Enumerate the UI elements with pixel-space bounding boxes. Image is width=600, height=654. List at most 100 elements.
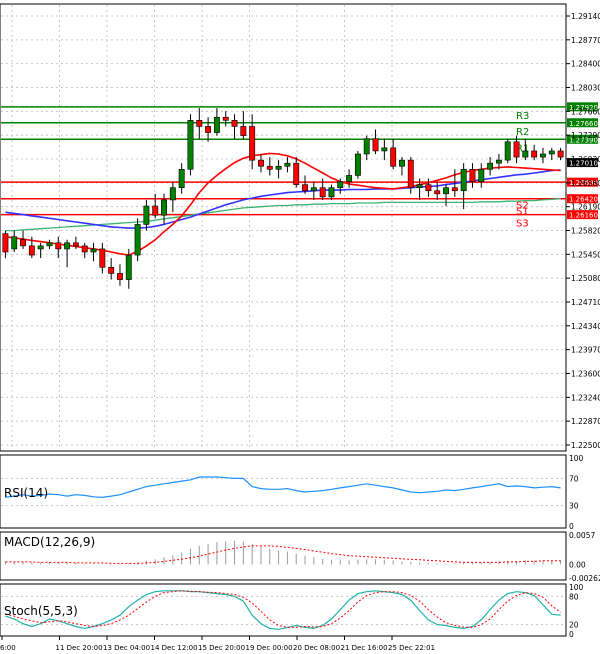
candle-body-up	[399, 159, 405, 167]
candle-body-up	[169, 187, 176, 201]
stoch-tick-label: 20	[569, 621, 579, 630]
candle-body-down	[266, 165, 273, 170]
candle-body-down	[117, 273, 123, 280]
stoch-label: Stoch(5,5,3)	[4, 604, 78, 618]
candle-body-down	[2, 233, 9, 253]
level-name-label: R2	[516, 127, 529, 138]
level-price-label: 1.27660	[569, 120, 598, 128]
candle-body-up	[284, 162, 291, 167]
macd-tick-label: 0.00	[569, 560, 586, 569]
candle-body-down	[407, 159, 414, 188]
candle-body-up	[46, 242, 53, 247]
macd-panel: 0.0057 0.00 -0.00262 MACD(12,26,9)	[0, 531, 600, 583]
candle-body-up	[213, 116, 220, 133]
forex-chart: R31.27920R21.27660R11.273901.26690S11.26…	[0, 0, 600, 654]
candle-body-down	[231, 120, 238, 127]
current-price-label: 1.27010	[569, 160, 598, 168]
candle-body-up	[504, 141, 511, 161]
candle-body-up	[90, 248, 97, 253]
main-panel-frame	[0, 3, 567, 452]
candle-body-down	[531, 150, 538, 158]
candle-body-down	[293, 162, 300, 185]
y-tick-label: 1.24710	[571, 298, 600, 307]
candle-body-up	[346, 175, 353, 182]
macd-label: MACD(12,26,9)	[4, 535, 95, 549]
y-tick-label: 1.23970	[571, 346, 600, 355]
x-tick-label: 25 Dec 22:01	[388, 644, 435, 652]
candle-body-up	[310, 187, 317, 192]
candle-body-down	[20, 239, 26, 247]
x-tick-label: 11 Dec 20:00	[56, 644, 103, 652]
candle-body-up	[37, 245, 44, 250]
candle-body-up	[416, 184, 423, 188]
candle-body-up	[478, 169, 485, 182]
y-tick-label: 1.25080	[571, 274, 600, 283]
candle-body-down	[513, 141, 520, 158]
stoch-panel: 10080 200 Stoch(5,5,3)	[0, 583, 584, 639]
level-name-label: S2	[516, 201, 529, 212]
candle-body-down	[28, 245, 35, 256]
level-name-label: R3	[516, 111, 529, 122]
main-panel: R31.27920R21.27660R11.273901.26690S11.26…	[0, 3, 600, 452]
x-tick-label: 19 Dec 00:00	[246, 644, 293, 652]
candle-body-down	[390, 147, 397, 167]
candle-body-down	[372, 138, 379, 152]
candle	[354, 150, 361, 179]
y-tick-label: 1.24340	[571, 322, 600, 331]
candle-body-up	[495, 159, 502, 164]
candle-body-down	[99, 248, 106, 268]
candle	[134, 218, 141, 262]
level-price-label: 1.26160	[569, 212, 598, 220]
candle-body-up	[178, 169, 185, 188]
candle-body-down	[222, 116, 229, 121]
candle-body-down	[319, 187, 326, 198]
y-tick-label: 1.28770	[571, 36, 600, 45]
candle-body-down	[302, 184, 308, 192]
candle-body-up	[540, 153, 546, 158]
rsi-label: RSI(14)	[4, 486, 48, 500]
candle-body-up	[187, 120, 194, 170]
y-tick-label: 1.23600	[571, 370, 600, 379]
candle-body-down	[557, 150, 564, 158]
y-tick-label: 1.28400	[571, 60, 600, 69]
y-tick-label: 1.27290	[571, 131, 600, 140]
candle-body-up	[134, 224, 141, 256]
candle-body-up	[460, 169, 467, 192]
y-tick-label: 1.25450	[571, 250, 600, 259]
y-tick-label: 1.22500	[571, 441, 600, 450]
y-tick-label: 1.27660	[571, 107, 600, 116]
macd-tick-label: -0.00262	[569, 574, 600, 583]
candle-body-up	[125, 254, 132, 280]
candle-body-down	[240, 126, 247, 136]
y-tick-label: 1.25820	[571, 227, 600, 236]
candle-body-up	[522, 150, 529, 158]
macd-tick-label: 0.0057	[569, 531, 595, 540]
candle-body-down	[451, 187, 458, 192]
candle-body-down	[258, 159, 264, 167]
y-tick-label: 1.26190	[571, 203, 600, 212]
candle-body-down	[469, 169, 476, 182]
candle-body-up	[337, 181, 344, 188]
y-tick-label: 1.22870	[571, 417, 600, 426]
y-tick-label: 1.26560	[571, 179, 600, 188]
candle	[187, 114, 194, 176]
y-tick-label: 1.29140	[571, 12, 600, 21]
x-tick-label: 15 Dec 20:00	[198, 644, 245, 652]
rsi-panel: 100 70 30 0 RSI(14)	[0, 454, 584, 531]
candle-body-down	[196, 120, 203, 127]
rsi-tick-label: 30	[569, 502, 579, 511]
candle-body-up	[11, 236, 18, 250]
candle-body-up	[64, 242, 71, 250]
candle-body-down	[249, 126, 256, 161]
stoch-tick-label: 100	[569, 583, 584, 592]
x-tick-label: 13 Dec 04:00	[103, 644, 150, 652]
candle-body-down	[55, 242, 62, 250]
candle-body-down	[425, 184, 432, 192]
stoch-tick-label: 80	[569, 592, 579, 601]
candle-body-up	[443, 187, 449, 195]
candle-body-down	[81, 245, 88, 253]
stoch-tick-label: 0	[569, 630, 574, 639]
candle-body-down	[434, 190, 441, 195]
candle-body-down	[108, 267, 115, 274]
rsi-panel-frame	[0, 454, 567, 529]
